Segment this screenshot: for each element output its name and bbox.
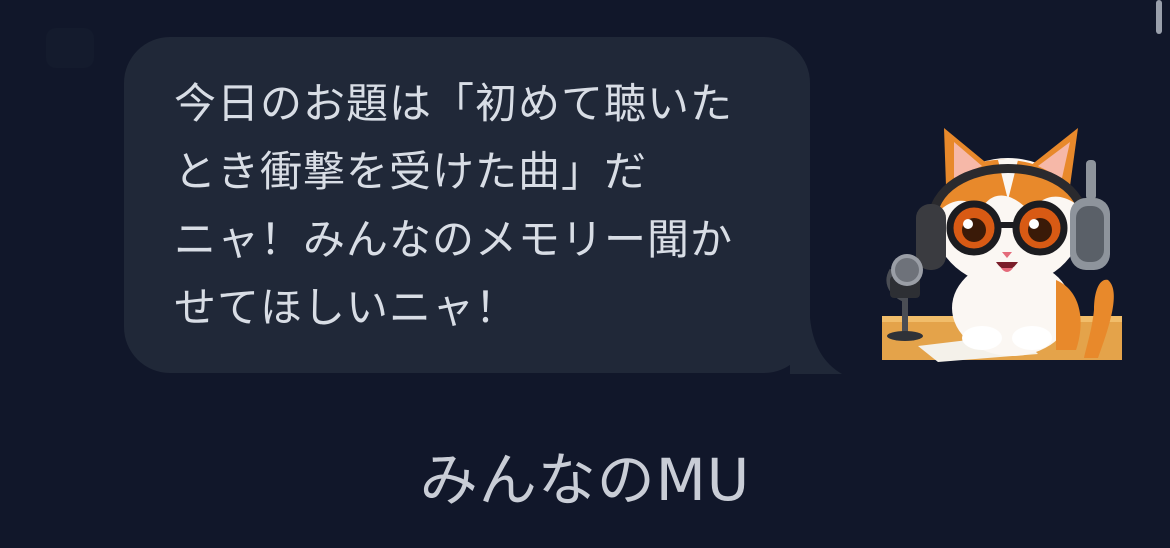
page-title: みんなのMU <box>419 446 751 514</box>
message-text: 今日のお題は「初めて聴いた とき衝撃を受けた曲」だ ニャ！みんなのメモリー聞か … <box>174 79 734 332</box>
scrollbar[interactable] <box>1156 0 1162 34</box>
cat-dj-headphones-icon[interactable] <box>880 120 1124 364</box>
bubble-tail <box>790 318 842 374</box>
avatar <box>46 28 94 68</box>
